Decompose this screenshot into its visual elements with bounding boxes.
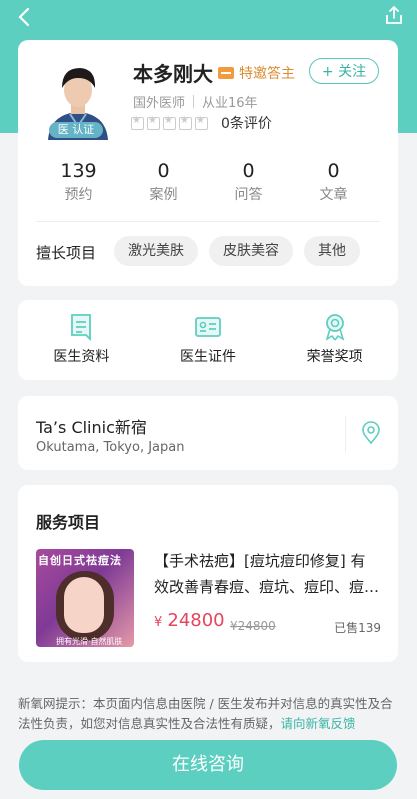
service-thumbnail[interactable]: 自创日式祛痘法 拥有光滑·自然肌肤	[36, 549, 134, 647]
share-icon[interactable]	[383, 4, 405, 26]
menu-doctor-certificate[interactable]: 医生证件	[145, 300, 272, 380]
stat-value: 0	[327, 160, 340, 182]
doctor-name: 本多刚大	[133, 62, 213, 86]
clinic-card[interactable]: Ta’s Clinic新宿 Okutama, Tokyo, Japan	[18, 396, 398, 470]
consult-online-button[interactable]: 在线咨询	[19, 740, 397, 790]
divider	[193, 95, 195, 108]
divider	[345, 416, 346, 452]
star-icon	[147, 115, 160, 130]
id-card-icon	[195, 317, 221, 337]
section-title: 服务项目	[36, 513, 101, 532]
vip-answerer-tag: 特邀答主	[218, 64, 295, 82]
skill-tags: 激光美肤 皮肤美容 其他	[114, 236, 371, 266]
star-icon	[163, 115, 176, 130]
verified-badge: 医 认证	[49, 122, 103, 138]
doctor-meta: 国外医师 从业16年	[133, 92, 258, 111]
star-icon	[195, 115, 208, 130]
document-icon	[71, 314, 92, 341]
follow-button[interactable]: + 关注	[309, 58, 379, 84]
location-pin-icon[interactable]	[361, 421, 381, 445]
stat-value: 139	[60, 160, 97, 182]
rating-stars: 0条评价	[131, 113, 272, 133]
currency: ¥	[154, 615, 163, 630]
vip-label: 特邀答主	[239, 66, 295, 82]
doctor-region: 国外医师	[133, 96, 186, 111]
sold-count: 已售139	[334, 621, 381, 635]
original-price: ¥24800	[230, 619, 276, 633]
doctor-profile-card: 医 认证 本多刚大 特邀答主 + 关注 国外医师 从业16年 0条评价 139 …	[18, 40, 398, 286]
star-icon	[179, 115, 192, 130]
doctor-menu-card: 医生资料 医生证件 荣誉奖项	[18, 300, 398, 380]
back-arrow-icon[interactable]	[14, 6, 36, 28]
stat-label: 预约	[64, 187, 93, 203]
stat-label: 问答	[234, 187, 263, 203]
stat-articles[interactable]: 0 文章	[291, 160, 376, 204]
disclaimer-notice: 新氧网提示：本页面内信息由医院 / 医生发布并对信息的真实性及合法性负责，如您对…	[18, 694, 400, 734]
skill-tag[interactable]: 皮肤美容	[209, 236, 293, 266]
thumbnail-subtitle: 拥有光滑·自然肌肤	[56, 637, 123, 646]
menu-doctor-profile[interactable]: 医生资料	[18, 300, 145, 380]
stat-appointments[interactable]: 139 预约	[36, 160, 121, 204]
award-icon	[325, 314, 345, 341]
price-value: 24800	[167, 610, 225, 631]
feedback-link[interactable]: 请向新氧反馈	[281, 716, 356, 731]
review-count[interactable]: 0条评价	[221, 113, 272, 133]
menu-label: 医生资料	[53, 349, 110, 365]
clinic-address: Okutama, Tokyo, Japan	[36, 440, 185, 455]
stat-cases[interactable]: 0 案例	[121, 160, 206, 204]
doctor-stats: 139 预约 0 案例 0 问答 0 文章	[36, 160, 376, 204]
service-description[interactable]: 【手术祛疤】[痘坑痘印修复] 有效改善青春痘、痘坑、痘印、痘疤等问题	[154, 548, 380, 600]
thumbnail-face	[64, 577, 104, 633]
divider	[36, 221, 380, 222]
follow-label: 关注	[338, 64, 367, 80]
star-icon	[131, 115, 144, 130]
menu-label: 荣誉奖项	[306, 349, 363, 365]
stat-value: 0	[242, 160, 255, 182]
stat-label: 文章	[319, 187, 348, 203]
skill-tag[interactable]: 激光美肤	[114, 236, 198, 266]
skill-tag[interactable]: 其他	[304, 236, 360, 266]
stat-value: 0	[157, 160, 170, 182]
menu-honors[interactable]: 荣誉奖项	[271, 300, 398, 380]
clinic-name: Ta’s Clinic新宿	[36, 418, 147, 437]
stat-qa[interactable]: 0 问答	[206, 160, 291, 204]
doctor-experience: 从业16年	[202, 96, 258, 111]
service-price: ¥ 24800	[154, 610, 225, 631]
vip-card-icon	[218, 67, 234, 79]
service-card: 服务项目 自创日式祛痘法 拥有光滑·自然肌肤 【手术祛疤】[痘坑痘印修复] 有效…	[18, 485, 398, 662]
skills-label: 擅长项目	[36, 244, 97, 262]
menu-label: 医生证件	[180, 349, 236, 365]
stat-label: 案例	[149, 187, 178, 203]
thumbnail-title: 自创日式祛痘法	[38, 554, 122, 567]
